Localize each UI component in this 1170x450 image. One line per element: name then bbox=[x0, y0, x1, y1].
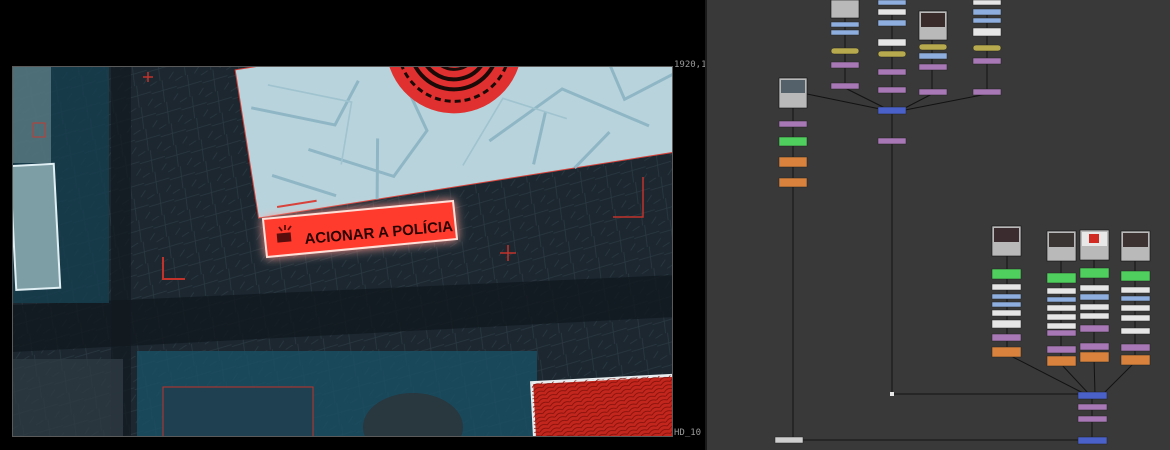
left-photo-card bbox=[13, 162, 62, 292]
read-node[interactable] bbox=[830, 0, 860, 19]
write-node[interactable] bbox=[774, 436, 804, 444]
utility-node[interactable] bbox=[1120, 286, 1151, 294]
transform-node[interactable] bbox=[972, 8, 1002, 16]
roto-node[interactable] bbox=[991, 268, 1022, 280]
color-node[interactable] bbox=[1077, 403, 1108, 411]
color-node[interactable] bbox=[991, 333, 1022, 342]
node-column-3[interactable] bbox=[918, 10, 948, 96]
roto-node[interactable] bbox=[778, 136, 808, 147]
transform-node[interactable] bbox=[918, 52, 948, 60]
color-node[interactable] bbox=[778, 120, 808, 128]
compositing-app: ACIONAR A POLÍCIA 1920,1 HD_10 bbox=[0, 0, 1170, 450]
filter-node[interactable] bbox=[1046, 355, 1077, 367]
grade-node[interactable] bbox=[830, 47, 860, 55]
color-node[interactable] bbox=[830, 82, 860, 90]
utility-node[interactable] bbox=[972, 0, 1002, 6]
filter-node[interactable] bbox=[1120, 354, 1151, 366]
color-node[interactable] bbox=[1120, 343, 1151, 352]
color-node[interactable] bbox=[918, 88, 948, 96]
node-column-8[interactable] bbox=[1120, 230, 1151, 366]
utility-node[interactable] bbox=[991, 283, 1022, 291]
transform-node[interactable] bbox=[877, 19, 907, 27]
color-node[interactable] bbox=[1079, 324, 1110, 333]
utility-node[interactable] bbox=[1120, 327, 1151, 335]
utility-node[interactable] bbox=[972, 27, 1002, 37]
utility-node[interactable] bbox=[1079, 303, 1110, 311]
color-node[interactable] bbox=[877, 86, 907, 94]
color-node[interactable] bbox=[972, 88, 1002, 96]
transform-node[interactable] bbox=[1046, 296, 1077, 303]
roto-node[interactable] bbox=[1120, 270, 1151, 282]
node-connections bbox=[792, 10, 1136, 441]
color-node[interactable] bbox=[1046, 345, 1077, 354]
color-node[interactable] bbox=[1077, 415, 1108, 423]
transform-node[interactable] bbox=[877, 0, 907, 6]
utility-node[interactable] bbox=[1046, 287, 1077, 295]
transform-node[interactable] bbox=[830, 29, 860, 36]
transform-node[interactable] bbox=[972, 17, 1002, 24]
filter-node[interactable] bbox=[778, 156, 808, 168]
roto-node[interactable] bbox=[1046, 272, 1077, 284]
utility-node[interactable] bbox=[877, 38, 907, 47]
grade-node[interactable] bbox=[918, 43, 948, 51]
transform-node[interactable] bbox=[830, 21, 860, 28]
roto-node[interactable] bbox=[1079, 267, 1110, 279]
utility-node[interactable] bbox=[1079, 284, 1110, 292]
viewer-frame[interactable]: ACIONAR A POLÍCIA bbox=[12, 66, 673, 437]
format-label-bottom: HD_10 bbox=[674, 428, 702, 438]
filter-node[interactable] bbox=[778, 177, 808, 188]
viewer-image: ACIONAR A POLÍCIA bbox=[13, 67, 672, 436]
color-node[interactable] bbox=[972, 57, 1002, 65]
transform-node[interactable] bbox=[991, 301, 1022, 308]
color-node[interactable] bbox=[877, 137, 907, 145]
merge-node[interactable] bbox=[1077, 436, 1108, 445]
utility-node[interactable] bbox=[991, 309, 1022, 317]
node-column-6[interactable] bbox=[1046, 230, 1077, 367]
color-node[interactable] bbox=[877, 68, 907, 76]
grade-node[interactable] bbox=[877, 50, 907, 58]
node-column-left[interactable] bbox=[774, 77, 808, 444]
color-node[interactable] bbox=[1079, 342, 1110, 351]
utility-node[interactable] bbox=[1120, 314, 1151, 322]
utility-node[interactable] bbox=[1079, 312, 1110, 320]
utility-node[interactable] bbox=[877, 8, 907, 16]
grade-node[interactable] bbox=[972, 44, 1002, 52]
viewer-panel[interactable]: ACIONAR A POLÍCIA 1920,1 HD_10 bbox=[0, 0, 707, 450]
color-node[interactable] bbox=[1046, 329, 1077, 337]
utility-node[interactable] bbox=[1046, 322, 1077, 330]
dot-node[interactable] bbox=[890, 392, 894, 396]
utility-node[interactable] bbox=[1046, 313, 1077, 321]
transform-node[interactable] bbox=[991, 293, 1022, 300]
format-label-top: 1920,1 bbox=[674, 60, 707, 70]
filter-node[interactable] bbox=[1079, 351, 1110, 363]
transform-node[interactable] bbox=[1120, 295, 1151, 302]
transform-node[interactable] bbox=[1079, 293, 1110, 301]
filter-node[interactable] bbox=[991, 346, 1022, 358]
node-graph-canvas[interactable] bbox=[707, 0, 1170, 450]
color-node[interactable] bbox=[918, 63, 948, 71]
utility-node[interactable] bbox=[1120, 304, 1151, 312]
utility-node[interactable] bbox=[991, 319, 1022, 329]
node-graph-panel[interactable] bbox=[707, 0, 1170, 450]
merge-node[interactable] bbox=[1077, 391, 1108, 400]
color-node[interactable] bbox=[830, 61, 860, 69]
utility-node[interactable] bbox=[1046, 304, 1077, 312]
merge-node[interactable] bbox=[877, 106, 907, 115]
